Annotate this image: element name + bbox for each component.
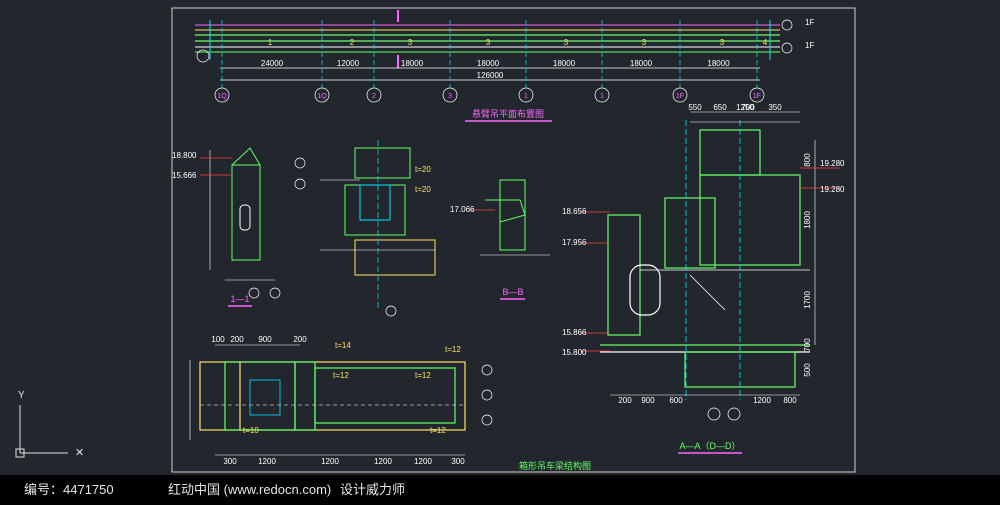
aa-top-dim: 550 bbox=[688, 103, 702, 112]
plan-axis-label: 1Q bbox=[217, 93, 227, 100]
plan-total-dim: 126000 bbox=[477, 71, 504, 80]
ucs-y-label: Y bbox=[18, 390, 25, 401]
plan-axis-label: 3 bbox=[448, 93, 452, 100]
plan-span-dim: 12000 bbox=[337, 59, 360, 68]
elev-11-mid: 15.666 bbox=[172, 171, 197, 180]
aa-side-dim: 1700 bbox=[803, 291, 812, 309]
section-bb bbox=[470, 179, 550, 256]
aa-side-dim: 700 bbox=[803, 338, 812, 352]
box-bottom-dim: 1200 bbox=[321, 457, 339, 466]
box-top-dim: 900 bbox=[258, 335, 272, 344]
beam-label: 3 bbox=[408, 38, 413, 47]
box-plate-note-6: t=12 bbox=[430, 426, 446, 435]
section-bb-title: B—B bbox=[502, 287, 523, 297]
plan-right-axis-top: 1F bbox=[805, 18, 814, 27]
elev-aa-top: 19.280 bbox=[820, 159, 845, 168]
section-11 bbox=[200, 147, 281, 299]
footer-bar: 编号：4471750 红动中国 (www.redocn.com) 设计威力师 bbox=[0, 475, 1000, 505]
plan-span-dim: 18000 bbox=[707, 59, 730, 68]
box-plate-note-3: t=12 bbox=[333, 371, 349, 380]
aa-bottom-dim: 200 bbox=[618, 396, 632, 405]
beam-label: 3 bbox=[642, 38, 647, 47]
box-bottom-dim: 1200 bbox=[414, 457, 432, 466]
section-aa-title: A—A（D—D） bbox=[679, 441, 740, 451]
plan-axis-label: 2 bbox=[372, 93, 376, 100]
plan-span-dim: 18000 bbox=[477, 59, 500, 68]
elev-aa-left4: 15.800 bbox=[562, 348, 587, 357]
box-plate-note-4: t=12 bbox=[415, 371, 431, 380]
section-aa bbox=[580, 111, 840, 421]
box-plate-note-1: t=14 bbox=[335, 341, 351, 350]
aa-top-dim: 650 bbox=[713, 103, 727, 112]
aa-side-dim: 1800 bbox=[803, 211, 812, 229]
box-bottom-dim: 300 bbox=[451, 457, 465, 466]
beam-label: 3 bbox=[486, 38, 491, 47]
beam-label: 4 bbox=[763, 38, 768, 47]
box-plate-note-2: t=12 bbox=[445, 345, 461, 354]
plan-title: 悬臂吊平面布置图 bbox=[472, 108, 544, 119]
footer-id: 编号：4471750 bbox=[24, 482, 114, 497]
plan-view: 24000 12000 18000 18000 18000 18000 18000 1Q 1Q… bbox=[195, 10, 814, 103]
plan-span-dim: 18000 bbox=[630, 59, 653, 68]
box-top-dim: 200 bbox=[230, 335, 244, 344]
box-top-dim: 100 bbox=[211, 335, 225, 344]
box-beam-title: 箱形吊车梁结构图 bbox=[519, 460, 591, 471]
beam-label: 3 bbox=[564, 38, 569, 47]
box-beam bbox=[189, 344, 493, 456]
elev-11-top: 18.800 bbox=[172, 151, 197, 160]
box-top-dim: 200 bbox=[293, 335, 307, 344]
section-11-title: 1—1 bbox=[230, 294, 249, 304]
aa-bottom-dim: 1200 bbox=[753, 396, 771, 405]
cad-drawing: 24000 12000 18000 18000 18000 18000 18000 1Q 1Q… bbox=[15, 7, 856, 473]
aa-top-dim: 700 bbox=[741, 103, 755, 112]
elev-aa-second: 19.280 bbox=[820, 185, 845, 194]
aa-bottom-dim: 900 bbox=[641, 396, 655, 405]
box-bottom-dim: 1200 bbox=[374, 457, 392, 466]
aa-side-dim: 800 bbox=[803, 153, 812, 167]
elev-aa-left1: 18.656 bbox=[562, 207, 587, 216]
plan-span-dim: 24000 bbox=[261, 59, 284, 68]
plan-axis-label: 1F bbox=[676, 93, 684, 100]
ucs-x-mark: ✕ bbox=[75, 447, 84, 459]
plate-note-b: t=20 bbox=[415, 185, 431, 194]
box-bottom-dim: 1200 bbox=[258, 457, 276, 466]
beam-label: 1 bbox=[268, 38, 273, 47]
aa-bottom-dim: 600 bbox=[669, 396, 683, 405]
box-bottom-dim: 300 bbox=[223, 457, 237, 466]
aa-top-dim: 350 bbox=[768, 103, 782, 112]
elev-bb: 17.066 bbox=[450, 205, 475, 214]
plan-right-axis-bottom: 1F bbox=[805, 41, 814, 50]
elev-aa-left2: 17.956 bbox=[562, 238, 587, 247]
aa-bottom-dim: 800 bbox=[783, 396, 797, 405]
cad-canvas[interactable]: 24000 12000 18000 18000 18000 18000 18000 1Q 1Q… bbox=[0, 0, 1000, 475]
aa-side-dim: 500 bbox=[803, 363, 812, 377]
plan-span-dim: 18000 bbox=[401, 59, 424, 68]
beam-label: 3 bbox=[720, 38, 725, 47]
elev-aa-left3: 15.866 bbox=[562, 328, 587, 337]
plan-axis-label: 1 bbox=[600, 93, 604, 100]
plate-note-a: t=20 bbox=[415, 165, 431, 174]
bracket-detail bbox=[294, 140, 436, 317]
plan-axis-label: 1F bbox=[753, 93, 761, 100]
plan-axis-label: 1Q bbox=[317, 93, 327, 100]
plan-axis-label: 1 bbox=[524, 93, 528, 100]
footer-site[interactable]: 红动中国 (www.redocn.com) bbox=[168, 475, 331, 505]
box-plate-note-5: t=10 bbox=[243, 426, 259, 435]
ucs-icon bbox=[15, 405, 68, 458]
beam-label: 2 bbox=[350, 38, 355, 47]
footer-slogan: 设计威力师 bbox=[340, 482, 406, 497]
plan-span-dim: 18000 bbox=[553, 59, 576, 68]
